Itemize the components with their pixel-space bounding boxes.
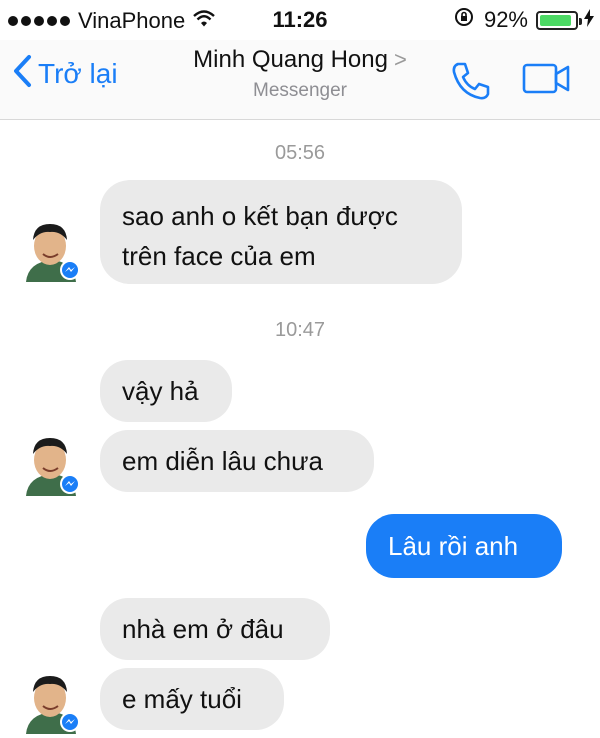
message-text: vậy hả: [122, 376, 199, 406]
messenger-subtitle: Messenger: [253, 80, 347, 101]
phone-call-button[interactable]: [448, 58, 494, 109]
conversation-header: Trở lại Minh Quang Hong > Messenger: [0, 40, 600, 120]
message-text: em diễn lâu chưa: [122, 446, 323, 476]
timestamp: 05:56: [274, 142, 326, 164]
message-bubble-incoming[interactable]: em diễn lâu chưa: [100, 430, 374, 492]
message-text: sao anh o kết bạn được: [122, 201, 398, 231]
contact-title[interactable]: Minh Quang Hong > Messenger: [150, 46, 450, 102]
video-camera-icon: [522, 63, 572, 100]
status-right: 92%: [454, 7, 594, 33]
battery-icon: [536, 10, 582, 30]
back-label: Trở lại: [38, 57, 118, 89]
message-bubble-incoming[interactable]: sao anh o kết bạn được trên face của em: [100, 180, 462, 284]
message-bubble-incoming[interactable]: nhà em ở đâu: [100, 598, 330, 660]
avatar[interactable]: [18, 668, 84, 734]
chevron-right-icon: >: [393, 47, 407, 72]
back-chevron-icon: [12, 54, 32, 93]
back-button[interactable]: Trở lại: [12, 54, 118, 93]
battery-fill: [540, 14, 572, 26]
rotation-lock-icon: [454, 7, 474, 33]
contact-name: Minh Quang Hong: [193, 46, 388, 73]
avatar[interactable]: [18, 216, 84, 282]
avatar[interactable]: [18, 430, 84, 496]
message-text: e mấy tuổi: [122, 684, 242, 714]
video-call-button[interactable]: [522, 62, 572, 101]
message-bubble-incoming[interactable]: e mấy tuổi: [100, 668, 284, 730]
message-text: Lâu rồi anh: [388, 531, 519, 561]
message-bubble-outgoing[interactable]: Lâu rồi anh: [366, 514, 562, 578]
battery-percent: 92%: [483, 7, 528, 32]
charging-icon: [584, 8, 594, 32]
timestamp: 10:47: [274, 319, 326, 341]
message-text: trên face của em: [122, 241, 316, 271]
status-bar: VinaPhone 11:26 92%: [0, 0, 600, 40]
message-bubble-incoming[interactable]: vậy hả: [100, 360, 232, 422]
phone-icon: [448, 62, 494, 108]
message-text: nhà em ở đâu: [122, 614, 284, 644]
